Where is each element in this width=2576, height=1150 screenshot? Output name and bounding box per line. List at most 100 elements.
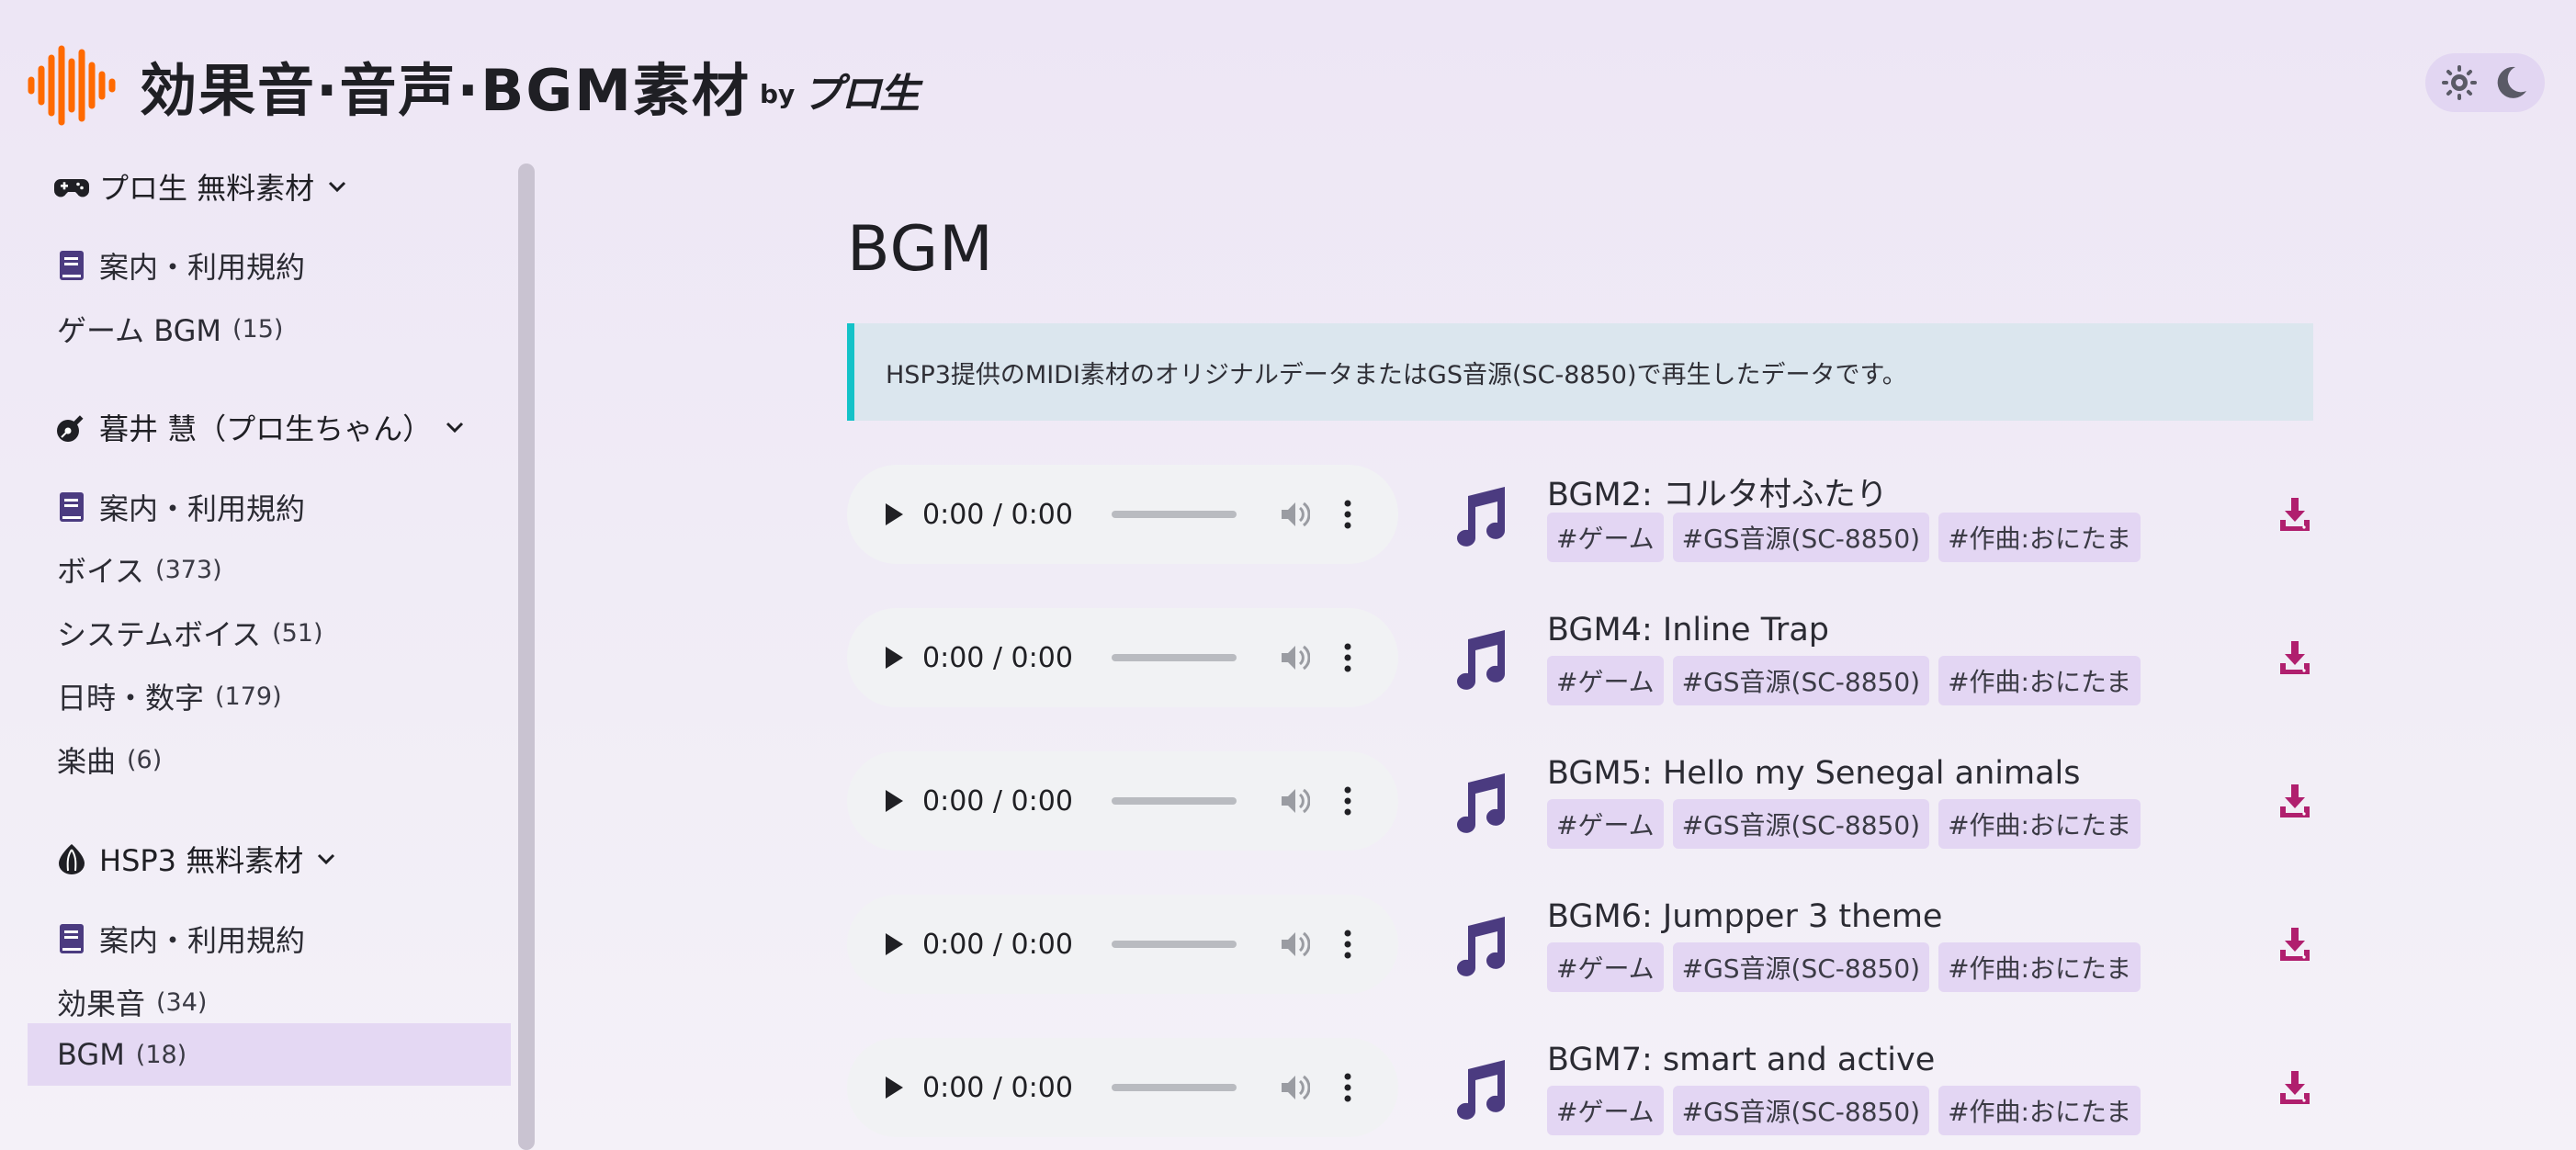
player-time: 0:00 / 0:00 — [922, 498, 1073, 531]
sidebar: プロ生 無料素材 案内・利用規約 ゲーム BGM (15) 暮井 慧（プロ生ちゃ… — [28, 156, 513, 1150]
sound-wave-icon — [28, 45, 116, 126]
tag[interactable]: #GS音源(SC-8850) — [1672, 656, 1930, 705]
sidebar-item-songs[interactable]: 楽曲 (6) — [28, 728, 511, 791]
moon-icon[interactable] — [2491, 63, 2530, 102]
volume-icon[interactable] — [1279, 499, 1310, 530]
sidebar-item-count: (51) — [272, 618, 323, 648]
tag[interactable]: #作曲:おにたま — [1938, 1086, 2141, 1135]
seek-bar[interactable] — [1111, 941, 1237, 948]
more-options-icon[interactable] — [1343, 1073, 1352, 1102]
tag[interactable]: #ゲーム — [1547, 513, 1664, 562]
play-icon[interactable] — [884, 502, 904, 526]
tag[interactable]: #作曲:おにたま — [1938, 799, 2141, 849]
sidebar-item-guide[interactable]: 案内・利用規約 — [28, 476, 511, 538]
track-title: BGM7: smart and active — [1547, 1042, 1936, 1078]
sidebar-scrollbar[interactable] — [518, 163, 535, 1150]
audio-player[interactable]: 0:00 / 0:00 — [847, 751, 1398, 851]
info-text: HSP3提供のMIDI素材のオリジナルデータまたはGS音源(SC-8850)で再… — [886, 360, 1907, 389]
sidebar-group-kurei-kei[interactable]: 暮井 慧（プロ生ちゃん） — [53, 406, 467, 448]
tag-list: #ゲーム #GS音源(SC-8850) #作曲:おにたま — [1547, 1086, 2141, 1135]
sidebar-item-bgm[interactable]: BGM (18) — [28, 1023, 511, 1086]
sidebar-item-label: 案内・利用規約 — [99, 250, 306, 285]
music-note-icon — [1457, 487, 1505, 547]
track-title: BGM6: Jumpper 3 theme — [1547, 898, 1943, 935]
seek-bar[interactable] — [1111, 511, 1237, 518]
seek-bar[interactable] — [1111, 1084, 1237, 1091]
track-row: 0:00 / 0:00 BGM7: smart and active #ゲーム … — [847, 1038, 2313, 1141]
more-options-icon[interactable] — [1343, 786, 1352, 816]
sidebar-item-guide[interactable]: 案内・利用規約 — [28, 908, 511, 970]
volume-icon[interactable] — [1279, 929, 1310, 960]
download-icon[interactable] — [2278, 639, 2311, 676]
sidebar-group-pronama[interactable]: プロ生 無料素材 — [53, 165, 349, 208]
chevron-down-icon — [318, 853, 335, 865]
tag[interactable]: #ゲーム — [1547, 656, 1664, 705]
book-icon — [60, 492, 84, 522]
tag[interactable]: #作曲:おにたま — [1938, 942, 2141, 992]
sidebar-item-system-voice[interactable]: システムボイス (51) — [28, 602, 511, 664]
tag[interactable]: #GS音源(SC-8850) — [1672, 513, 1930, 562]
more-options-icon[interactable] — [1343, 930, 1352, 959]
theme-toggle[interactable] — [2425, 53, 2545, 112]
sun-icon[interactable] — [2440, 63, 2479, 102]
audio-player[interactable]: 0:00 / 0:00 — [847, 895, 1398, 994]
sidebar-item-count: (179) — [215, 682, 282, 711]
download-icon[interactable] — [2278, 1069, 2311, 1106]
brand-name: プロ生 — [802, 71, 920, 118]
sidebar-item-label: BGM — [57, 1037, 125, 1072]
audio-player[interactable]: 0:00 / 0:00 — [847, 465, 1398, 564]
sidebar-item-label: 案内・利用規約 — [99, 923, 306, 958]
tag[interactable]: #GS音源(SC-8850) — [1672, 942, 1930, 992]
sidebar-item-count: (6) — [127, 745, 163, 774]
sidebar-item-game-bgm[interactable]: ゲーム BGM (15) — [28, 298, 511, 360]
volume-icon[interactable] — [1279, 785, 1310, 817]
music-note-icon — [1457, 1060, 1505, 1120]
tag[interactable]: #ゲーム — [1547, 1086, 1664, 1135]
audio-player[interactable]: 0:00 / 0:00 — [847, 608, 1398, 707]
more-options-icon[interactable] — [1343, 500, 1352, 529]
player-time: 0:00 / 0:00 — [922, 641, 1073, 674]
tag[interactable]: #ゲーム — [1547, 799, 1664, 849]
seek-bar[interactable] — [1111, 797, 1237, 805]
tag-list: #ゲーム #GS音源(SC-8850) #作曲:おにたま — [1547, 942, 2141, 992]
sidebar-item-datetime-numbers[interactable]: 日時・数字 (179) — [28, 665, 511, 727]
track-row: 0:00 / 0:00 BGM4: Inline Trap #ゲーム #GS音源… — [847, 608, 2313, 711]
sidebar-item-voice[interactable]: ボイス (373) — [28, 538, 511, 601]
audio-player[interactable]: 0:00 / 0:00 — [847, 1038, 1398, 1137]
player-time: 0:00 / 0:00 — [922, 784, 1073, 817]
play-icon[interactable] — [884, 789, 904, 813]
site-header: 効果音·音声·BGM素材 by プロ生 — [0, 0, 2576, 156]
download-icon[interactable] — [2278, 783, 2311, 819]
site-by-label: by — [759, 78, 796, 109]
sidebar-item-guide[interactable]: 案内・利用規約 — [28, 234, 511, 297]
volume-icon[interactable] — [1279, 642, 1310, 673]
sidebar-item-count: (34) — [156, 987, 208, 1017]
sidebar-item-count: (18) — [135, 1040, 187, 1069]
download-icon[interactable] — [2278, 496, 2311, 533]
play-icon[interactable] — [884, 1076, 904, 1099]
tag[interactable]: #作曲:おにたま — [1938, 656, 2141, 705]
music-note-icon — [1457, 630, 1505, 690]
track-row: 0:00 / 0:00 BGM5: Hello my Senegal anima… — [847, 751, 2313, 854]
site-logo[interactable]: 効果音·音声·BGM素材 by プロ生 — [26, 44, 920, 127]
chevron-down-icon — [329, 181, 346, 193]
track-title: BGM4: Inline Trap — [1547, 612, 1829, 648]
tag[interactable]: #GS音源(SC-8850) — [1672, 799, 1930, 849]
play-icon[interactable] — [884, 646, 904, 670]
music-note-icon — [1457, 773, 1505, 833]
more-options-icon[interactable] — [1343, 643, 1352, 672]
download-icon[interactable] — [2278, 926, 2311, 963]
book-icon — [60, 924, 84, 953]
seek-bar[interactable] — [1111, 654, 1237, 661]
play-icon[interactable] — [884, 932, 904, 956]
sidebar-item-count: (373) — [155, 555, 222, 584]
player-time: 0:00 / 0:00 — [922, 928, 1073, 961]
tag[interactable]: #作曲:おにたま — [1938, 513, 2141, 562]
tag-list: #ゲーム #GS音源(SC-8850) #作曲:おにたま — [1547, 799, 2141, 849]
page-title: BGM — [847, 213, 994, 286]
sidebar-group-hsp3[interactable]: HSP3 無料素材 — [53, 838, 338, 880]
tag[interactable]: #GS音源(SC-8850) — [1672, 1086, 1930, 1135]
sidebar-item-label: ボイス — [57, 554, 145, 589]
volume-icon[interactable] — [1279, 1072, 1310, 1103]
tag[interactable]: #ゲーム — [1547, 942, 1664, 992]
